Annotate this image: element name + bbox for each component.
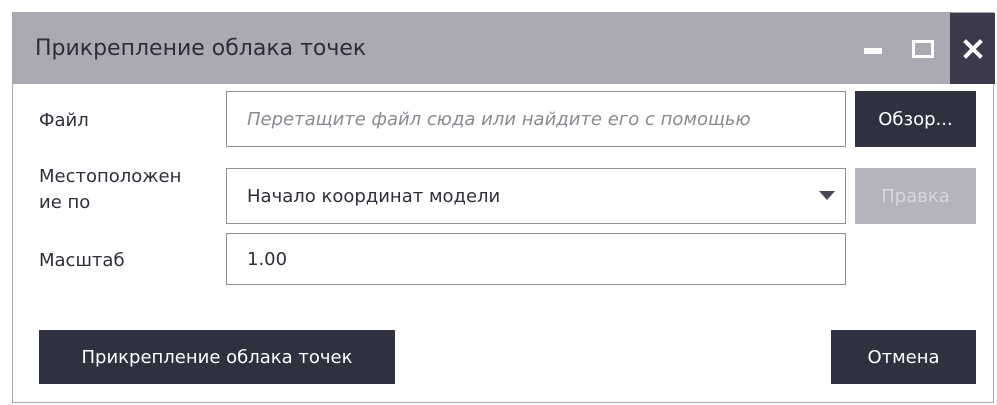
- file-input-placeholder: Перетащите файл сюда или найдите его с п…: [247, 108, 751, 130]
- location-label: Местоположен ие по: [39, 165, 219, 215]
- location-dropdown[interactable]: Начало координат модели: [226, 168, 846, 224]
- location-label-line2: ие по: [39, 192, 91, 213]
- chevron-down-icon: [819, 191, 835, 200]
- scale-input[interactable]: 1.00: [226, 233, 846, 285]
- maximize-button[interactable]: [903, 13, 943, 84]
- location-label-line1: Местоположен: [39, 166, 182, 187]
- location-selected-value: Начало координат модели: [247, 185, 501, 207]
- file-label: Файл: [39, 110, 89, 131]
- scale-label: Масштаб: [39, 250, 125, 271]
- close-icon: [962, 38, 983, 59]
- attach-point-cloud-dialog: Прикрепление облака точек Файл Перетащит…: [12, 12, 995, 403]
- browse-button[interactable]: Обзор...: [855, 91, 976, 147]
- file-input[interactable]: Перетащите файл сюда или найдите его с п…: [226, 91, 846, 147]
- title-bar[interactable]: Прикрепление облака точек: [13, 13, 995, 84]
- minimize-button[interactable]: [853, 13, 893, 84]
- scale-value: 1.00: [247, 248, 288, 270]
- minimize-icon: [864, 47, 882, 54]
- close-button[interactable]: [950, 13, 995, 84]
- edit-button[interactable]: Правка: [855, 168, 976, 224]
- window-title: Прикрепление облака точек: [35, 36, 367, 61]
- attach-point-cloud-button[interactable]: Прикрепление облака точек: [39, 330, 395, 384]
- maximize-icon: [912, 39, 934, 58]
- cancel-button[interactable]: Отмена: [831, 330, 976, 384]
